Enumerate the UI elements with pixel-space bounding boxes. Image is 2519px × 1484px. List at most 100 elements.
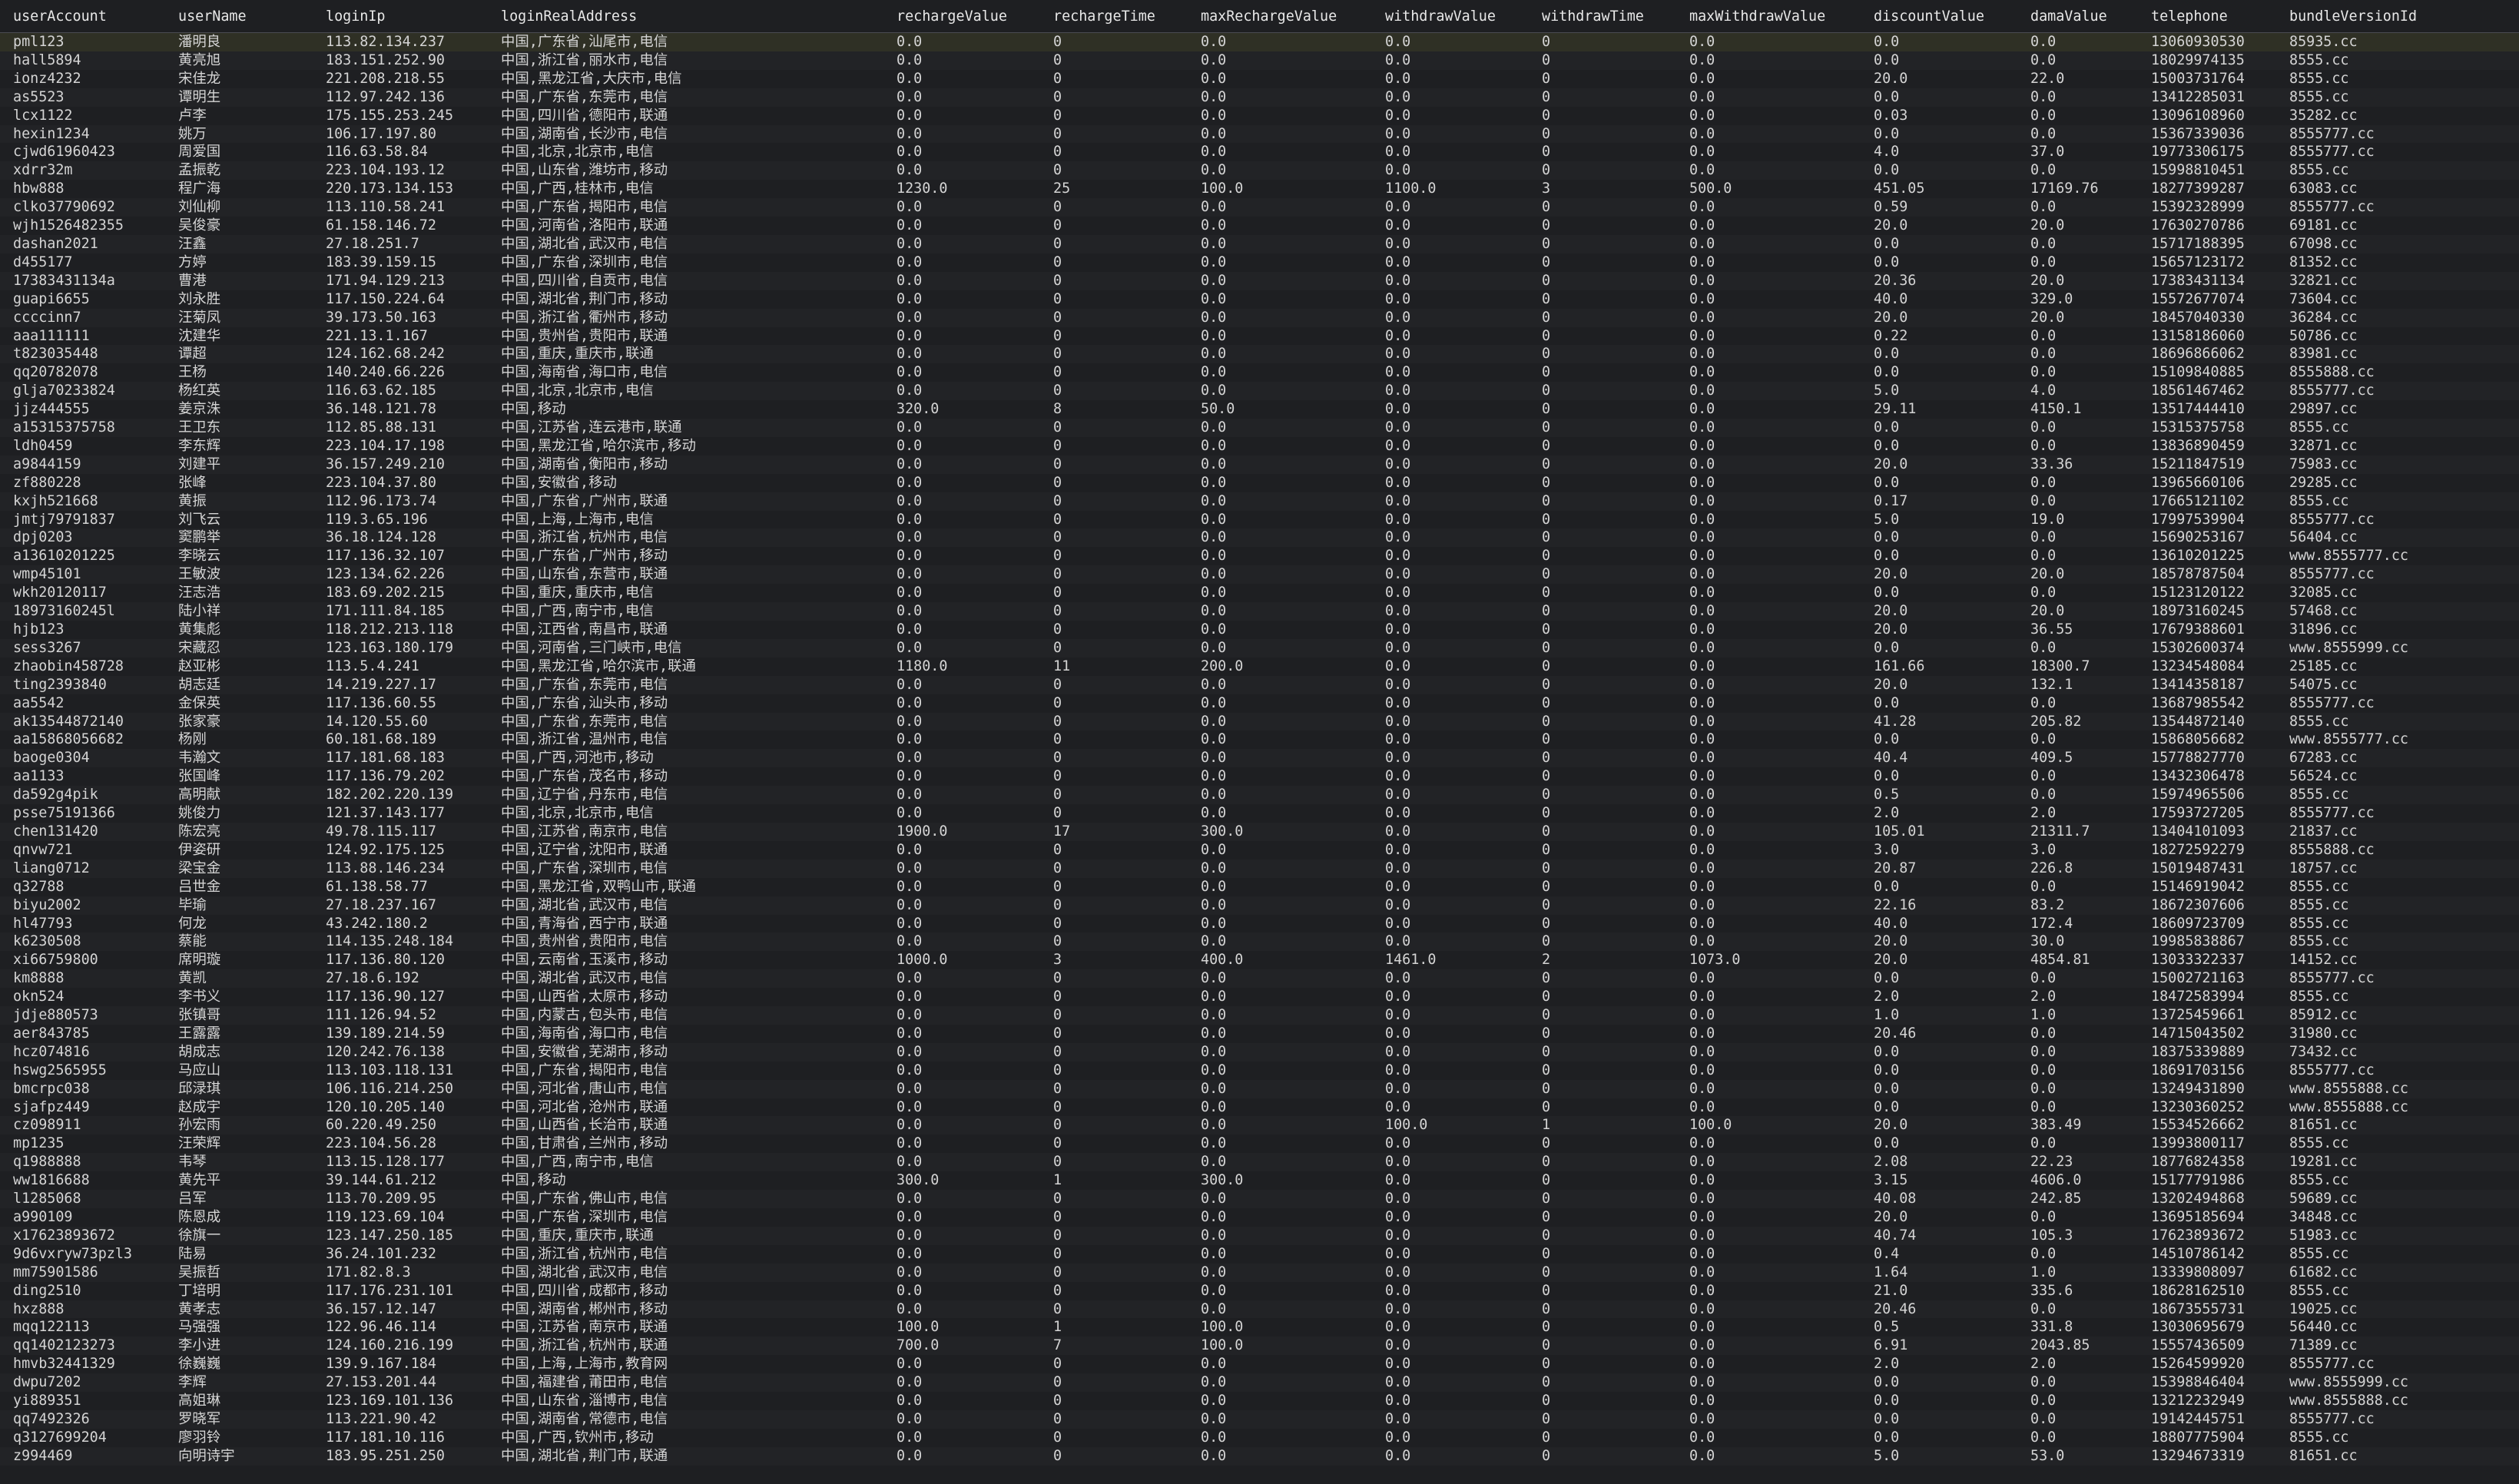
cell-rechargeTime[interactable]: 1 (1040, 1318, 1188, 1337)
cell-loginRealAddress[interactable]: 中国,四川省,成都市,移动 (488, 1282, 883, 1300)
cell-rechargeValue[interactable]: 0.0 (883, 1392, 1040, 1410)
cell-rechargeTime[interactable]: 0 (1040, 694, 1188, 713)
cell-maxWithdrawValue[interactable]: 0.0 (1676, 602, 1861, 621)
table-row[interactable]: sjafpz449 赵成宇 120.10.205.140 中国,河北省,沧州市,联通 0… (0, 1098, 2519, 1117)
cell-telephone[interactable]: 18272592279 (2138, 841, 2276, 860)
cell-loginIp[interactable]: 117.136.32.107 (313, 547, 488, 565)
cell-damaValue[interactable]: 0.0 (2017, 1025, 2138, 1043)
cell-bundleVersionId[interactable]: 8555.cc (2276, 1245, 2519, 1264)
cell-loginIp[interactable]: 118.212.213.118 (313, 621, 488, 639)
cell-rechargeValue[interactable]: 0.0 (883, 638, 1040, 658)
cell-bundleVersionId[interactable]: 56404.cc (2276, 528, 2519, 548)
cell-maxRechargeValue[interactable]: 0.0 (1188, 1208, 1372, 1227)
cell-withdrawTime[interactable]: 0 (1529, 1042, 1676, 1062)
table-row[interactable]: zhaobin458728 赵亚彬 113.5.4.241 中国,黑龙江省,哈尔滨市,… (0, 658, 2519, 676)
cell-loginRealAddress[interactable]: 中国,广东省,东莞市,电信 (488, 88, 883, 107)
cell-loginIp[interactable]: 175.155.253.245 (313, 107, 488, 125)
cell-rechargeTime[interactable]: 0 (1040, 455, 1188, 474)
cell-rechargeValue[interactable]: 0.0 (883, 1079, 1040, 1098)
cell-rechargeTime[interactable]: 0 (1040, 712, 1188, 731)
cell-withdrawTime[interactable]: 0 (1529, 1300, 1676, 1319)
cell-rechargeTime[interactable]: 0 (1040, 437, 1188, 455)
cell-damaValue[interactable]: 0.0 (2017, 694, 2138, 713)
cell-bundleVersionId[interactable]: 8555888.cc (2276, 363, 2519, 382)
cell-discountValue[interactable]: 0.0 (1861, 730, 2017, 749)
cell-bundleVersionId[interactable]: 8555.cc (2276, 1282, 2519, 1300)
cell-loginRealAddress[interactable]: 中国,湖北省,荆门市,移动 (488, 290, 883, 309)
cell-loginIp[interactable]: 117.181.68.183 (313, 749, 488, 768)
cell-rechargeValue[interactable]: 0.0 (883, 786, 1040, 805)
cell-rechargeTime[interactable]: 0 (1040, 32, 1188, 51)
cell-loginIp[interactable]: 36.148.121.78 (313, 400, 488, 419)
cell-withdrawTime[interactable]: 0 (1529, 638, 1676, 658)
cell-userName[interactable]: 吴俊豪 (165, 217, 313, 235)
cell-discountValue[interactable]: 0.0 (1861, 1392, 2017, 1410)
table-row[interactable]: q32788 吕世金 61.138.58.77 中国,黑龙江省,双鸭山市,联通 0.0 0… (0, 878, 2519, 896)
table-row[interactable]: q3127699204 廖羽铃 117.181.10.116 中国,广西,钦州市,移动… (0, 1429, 2519, 1447)
cell-withdrawValue[interactable]: 0.0 (1372, 217, 1529, 235)
cell-discountValue[interactable]: 0.4 (1861, 1245, 2017, 1264)
cell-withdrawValue[interactable]: 0.0 (1372, 1373, 1529, 1393)
cell-withdrawTime[interactable]: 0 (1529, 1098, 1676, 1117)
cell-withdrawValue[interactable]: 0.0 (1372, 1208, 1529, 1227)
column-header-maxRechargeValue[interactable]: maxRechargeValue (1188, 0, 1372, 33)
cell-userAccount[interactable]: wkh20120117 (0, 584, 165, 602)
cell-maxWithdrawValue[interactable]: 0.0 (1676, 1062, 1861, 1080)
table-row[interactable]: lcx1122 卢李 175.155.253.245 中国,四川省,德阳市,联通 0.0… (0, 107, 2519, 125)
table-row[interactable]: clko37790692 刘仙柳 113.110.58.241 中国,广东省,揭阳市,… (0, 198, 2519, 217)
cell-userAccount[interactable]: mm75901586 (0, 1263, 165, 1282)
cell-maxRechargeValue[interactable]: 0.0 (1188, 1429, 1372, 1447)
cell-withdrawTime[interactable]: 0 (1529, 345, 1676, 364)
cell-maxWithdrawValue[interactable]: 0.0 (1676, 1355, 1861, 1373)
cell-damaValue[interactable]: 1.0 (2017, 1006, 2138, 1025)
cell-telephone[interactable]: 13294673319 (2138, 1446, 2276, 1466)
cell-withdrawTime[interactable]: 0 (1529, 915, 1676, 933)
cell-discountValue[interactable]: 0.0 (1861, 419, 2017, 437)
cell-withdrawValue[interactable]: 0.0 (1372, 1392, 1529, 1410)
cell-userName[interactable]: 黄集彪 (165, 621, 313, 639)
cell-bundleVersionId[interactable]: 32085.cc (2276, 584, 2519, 602)
cell-maxRechargeValue[interactable]: 0.0 (1188, 1392, 1372, 1410)
cell-maxWithdrawValue[interactable]: 0.0 (1676, 1171, 1861, 1190)
cell-rechargeValue[interactable]: 1900.0 (883, 822, 1040, 841)
cell-discountValue[interactable]: 0.0 (1861, 767, 2017, 786)
cell-discountValue[interactable]: 0.0 (1861, 1135, 2017, 1153)
table-row[interactable]: jdje880573 张镇哥 111.126.94.52 中国,内蒙古,包头市,电信 0… (0, 1006, 2519, 1025)
cell-bundleVersionId[interactable]: 32821.cc (2276, 271, 2519, 290)
cell-damaValue[interactable]: 22.0 (2017, 70, 2138, 88)
cell-userAccount[interactable]: as5523 (0, 88, 165, 107)
cell-loginIp[interactable]: 171.94.129.213 (313, 271, 488, 290)
cell-rechargeValue[interactable]: 0.0 (883, 528, 1040, 548)
cell-bundleVersionId[interactable]: 31896.cc (2276, 621, 2519, 639)
cell-loginRealAddress[interactable]: 中国,青海省,西宁市,联通 (488, 915, 883, 933)
cell-rechargeTime[interactable]: 0 (1040, 492, 1188, 511)
cell-userName[interactable]: 黄振 (165, 492, 313, 511)
cell-maxRechargeValue[interactable]: 0.0 (1188, 1116, 1372, 1135)
cell-userAccount[interactable]: zhaobin458728 (0, 658, 165, 676)
cell-telephone[interactable]: 17383431134 (2138, 271, 2276, 290)
cell-withdrawTime[interactable]: 0 (1529, 234, 1676, 253)
cell-bundleVersionId[interactable]: 61682.cc (2276, 1263, 2519, 1282)
cell-maxWithdrawValue[interactable]: 0.0 (1676, 712, 1861, 731)
cell-userName[interactable]: 黄凯 (165, 969, 313, 989)
cell-damaValue[interactable]: 0.0 (2017, 1062, 2138, 1080)
cell-damaValue[interactable]: 0.0 (2017, 492, 2138, 511)
cell-userAccount[interactable]: hall5894 (0, 51, 165, 70)
cell-userName[interactable]: 梁宝金 (165, 859, 313, 878)
cell-damaValue[interactable]: 335.6 (2017, 1282, 2138, 1300)
cell-withdrawValue[interactable]: 0.0 (1372, 1282, 1529, 1300)
cell-maxWithdrawValue[interactable]: 0.0 (1676, 198, 1861, 217)
cell-loginRealAddress[interactable]: 中国,北京,北京市,电信 (488, 804, 883, 823)
cell-maxWithdrawValue[interactable]: 0.0 (1676, 621, 1861, 639)
cell-withdrawValue[interactable]: 0.0 (1372, 1355, 1529, 1373)
cell-damaValue[interactable]: 0.0 (2017, 1429, 2138, 1447)
cell-rechargeValue[interactable]: 0.0 (883, 547, 1040, 565)
cell-loginRealAddress[interactable]: 中国,江苏省,南京市,联通 (488, 1318, 883, 1337)
cell-rechargeValue[interactable]: 0.0 (883, 51, 1040, 70)
cell-userAccount[interactable]: ak13544872140 (0, 712, 165, 731)
cell-userAccount[interactable]: a9844159 (0, 455, 165, 474)
cell-discountValue[interactable]: 0.0 (1861, 124, 2017, 144)
cell-maxRechargeValue[interactable]: 0.0 (1188, 1446, 1372, 1466)
cell-discountValue[interactable]: 20.36 (1861, 271, 2017, 290)
cell-withdrawValue[interactable]: 0.0 (1372, 234, 1529, 253)
